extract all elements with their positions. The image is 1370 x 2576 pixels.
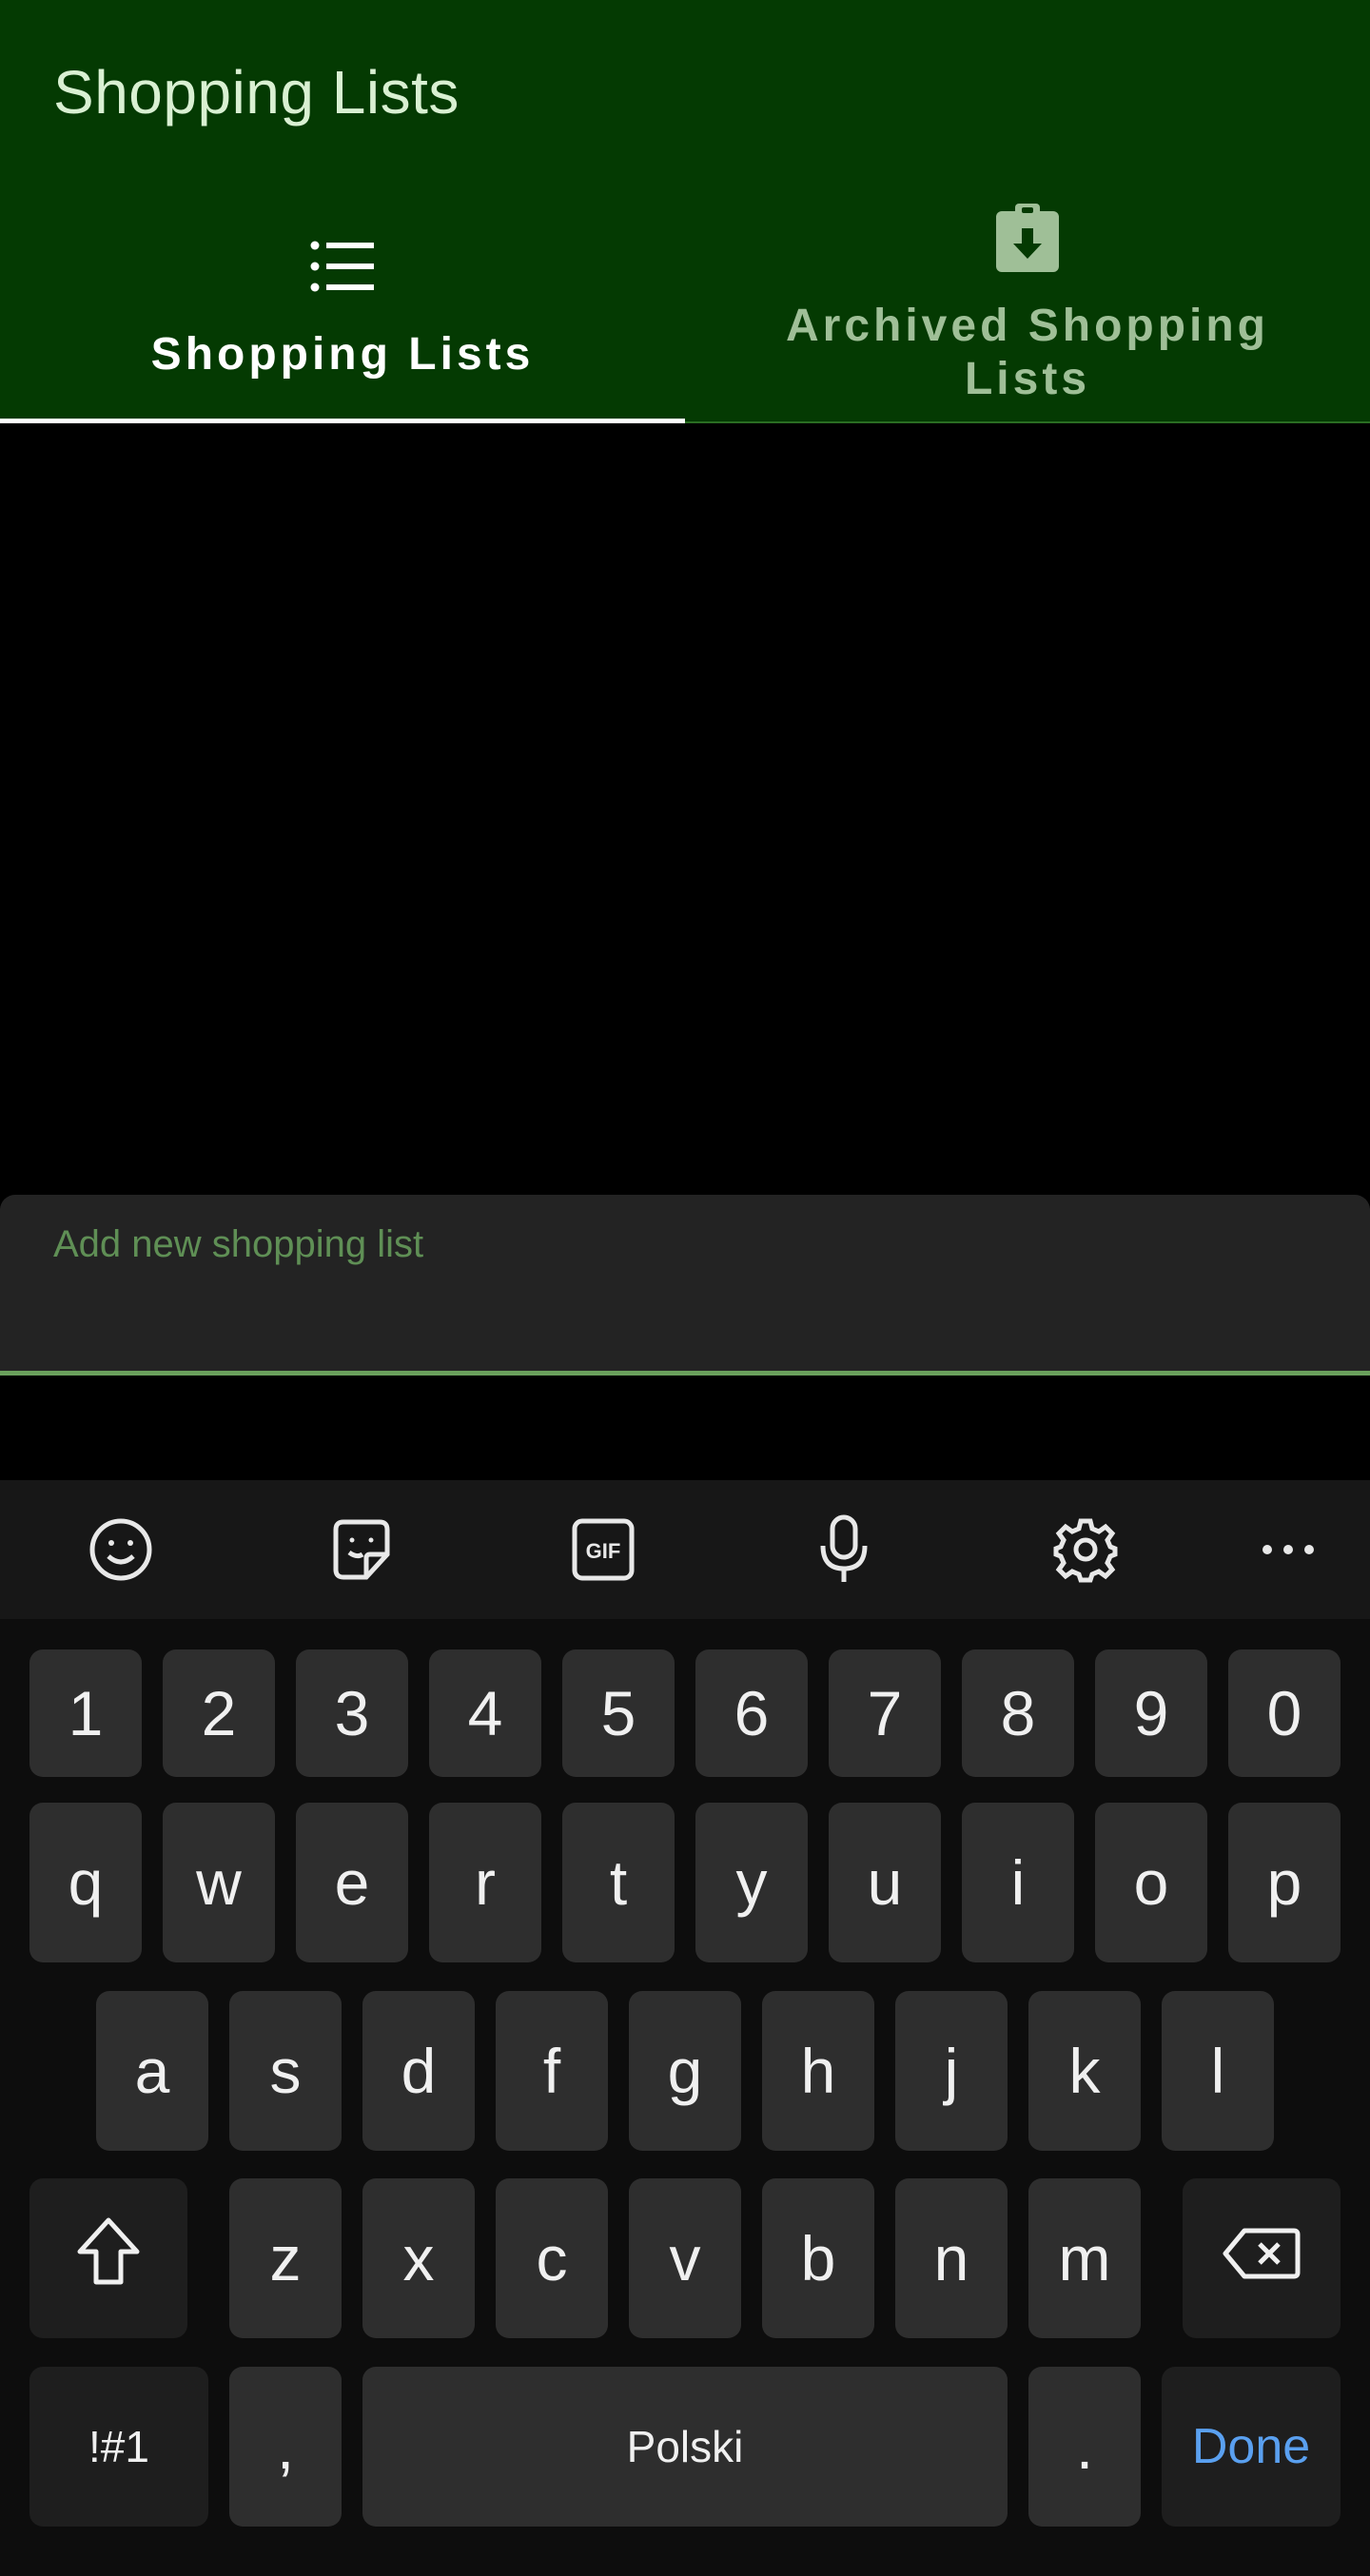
symbols-key[interactable]: !#1 — [29, 2367, 208, 2527]
page-title: Shopping Lists — [53, 58, 460, 127]
comma-key[interactable]: , — [229, 2367, 342, 2527]
key-t[interactable]: t — [562, 1803, 675, 1962]
on-screen-keyboard: GIF 1 2 3 4 5 6 7 8 9 0 q w e r t y u i … — [0, 1480, 1370, 2576]
key-q[interactable]: q — [29, 1803, 142, 1962]
clipboard-download-icon — [994, 202, 1061, 279]
key-8[interactable]: 8 — [962, 1649, 1074, 1777]
sticker-icon[interactable] — [323, 1512, 400, 1588]
key-7[interactable]: 7 — [829, 1649, 941, 1777]
tab-archived-shopping-lists[interactable]: Archived Shopping Lists — [685, 181, 1370, 423]
key-g[interactable]: g — [629, 1991, 741, 2151]
key-l[interactable]: l — [1162, 1991, 1274, 2151]
key-2[interactable]: 2 — [163, 1649, 275, 1777]
key-m[interactable]: m — [1028, 2178, 1141, 2338]
tab-bar: Shopping Lists Archived Shopping Lists — [0, 181, 1370, 424]
emoji-icon[interactable] — [83, 1512, 159, 1588]
key-0[interactable]: 0 — [1228, 1649, 1341, 1777]
done-key[interactable]: Done — [1162, 2367, 1341, 2527]
period-key[interactable]: . — [1028, 2367, 1141, 2527]
key-b[interactable]: b — [762, 2178, 874, 2338]
backspace-key[interactable] — [1183, 2178, 1341, 2338]
tab-shopping-lists[interactable]: Shopping Lists — [0, 181, 685, 423]
key-5[interactable]: 5 — [562, 1649, 675, 1777]
list-icon — [309, 238, 376, 300]
key-3[interactable]: 3 — [296, 1649, 408, 1777]
key-9[interactable]: 9 — [1095, 1649, 1207, 1777]
key-y[interactable]: y — [695, 1803, 808, 1962]
space-key[interactable]: Polski — [362, 2367, 1008, 2527]
gif-icon[interactable]: GIF — [565, 1512, 641, 1588]
key-e[interactable]: e — [296, 1803, 408, 1962]
key-w[interactable]: w — [163, 1803, 275, 1962]
microphone-icon[interactable] — [806, 1512, 882, 1588]
add-shopping-list-placeholder: Add new shopping list — [53, 1223, 424, 1265]
key-i[interactable]: i — [962, 1803, 1074, 1962]
key-o[interactable]: o — [1095, 1803, 1207, 1962]
key-k[interactable]: k — [1028, 1991, 1141, 2151]
key-s[interactable]: s — [229, 1991, 342, 2151]
tab-label: Archived Shopping Lists — [785, 301, 1269, 404]
key-h[interactable]: h — [762, 1991, 874, 2151]
key-p[interactable]: p — [1228, 1803, 1341, 1962]
key-d[interactable]: d — [362, 1991, 475, 2151]
key-6[interactable]: 6 — [695, 1649, 808, 1777]
add-shopping-list-field[interactable]: Add new shopping list — [0, 1195, 1370, 1376]
key-1[interactable]: 1 — [29, 1649, 142, 1777]
keyboard-toolbar: GIF — [0, 1480, 1370, 1619]
input-underline — [0, 1371, 1370, 1376]
key-v[interactable]: v — [629, 2178, 741, 2338]
key-j[interactable]: j — [895, 1991, 1008, 2151]
backspace-icon — [1222, 2222, 1302, 2294]
key-u[interactable]: u — [829, 1803, 941, 1962]
more-dots-icon[interactable] — [1250, 1512, 1326, 1588]
key-c[interactable]: c — [496, 2178, 608, 2338]
key-f[interactable]: f — [496, 1991, 608, 2151]
svg-text:GIF: GIF — [586, 1539, 621, 1563]
shift-key[interactable] — [29, 2178, 187, 2338]
shift-icon — [75, 2215, 142, 2302]
shopping-lists-content — [0, 423, 1370, 1194]
settings-gear-icon[interactable] — [1047, 1512, 1124, 1588]
key-4[interactable]: 4 — [429, 1649, 541, 1777]
key-z[interactable]: z — [229, 2178, 342, 2338]
tab-label: Shopping Lists — [150, 329, 535, 380]
key-a[interactable]: a — [96, 1991, 208, 2151]
key-r[interactable]: r — [429, 1803, 541, 1962]
key-n[interactable]: n — [895, 2178, 1008, 2338]
key-x[interactable]: x — [362, 2178, 475, 2338]
